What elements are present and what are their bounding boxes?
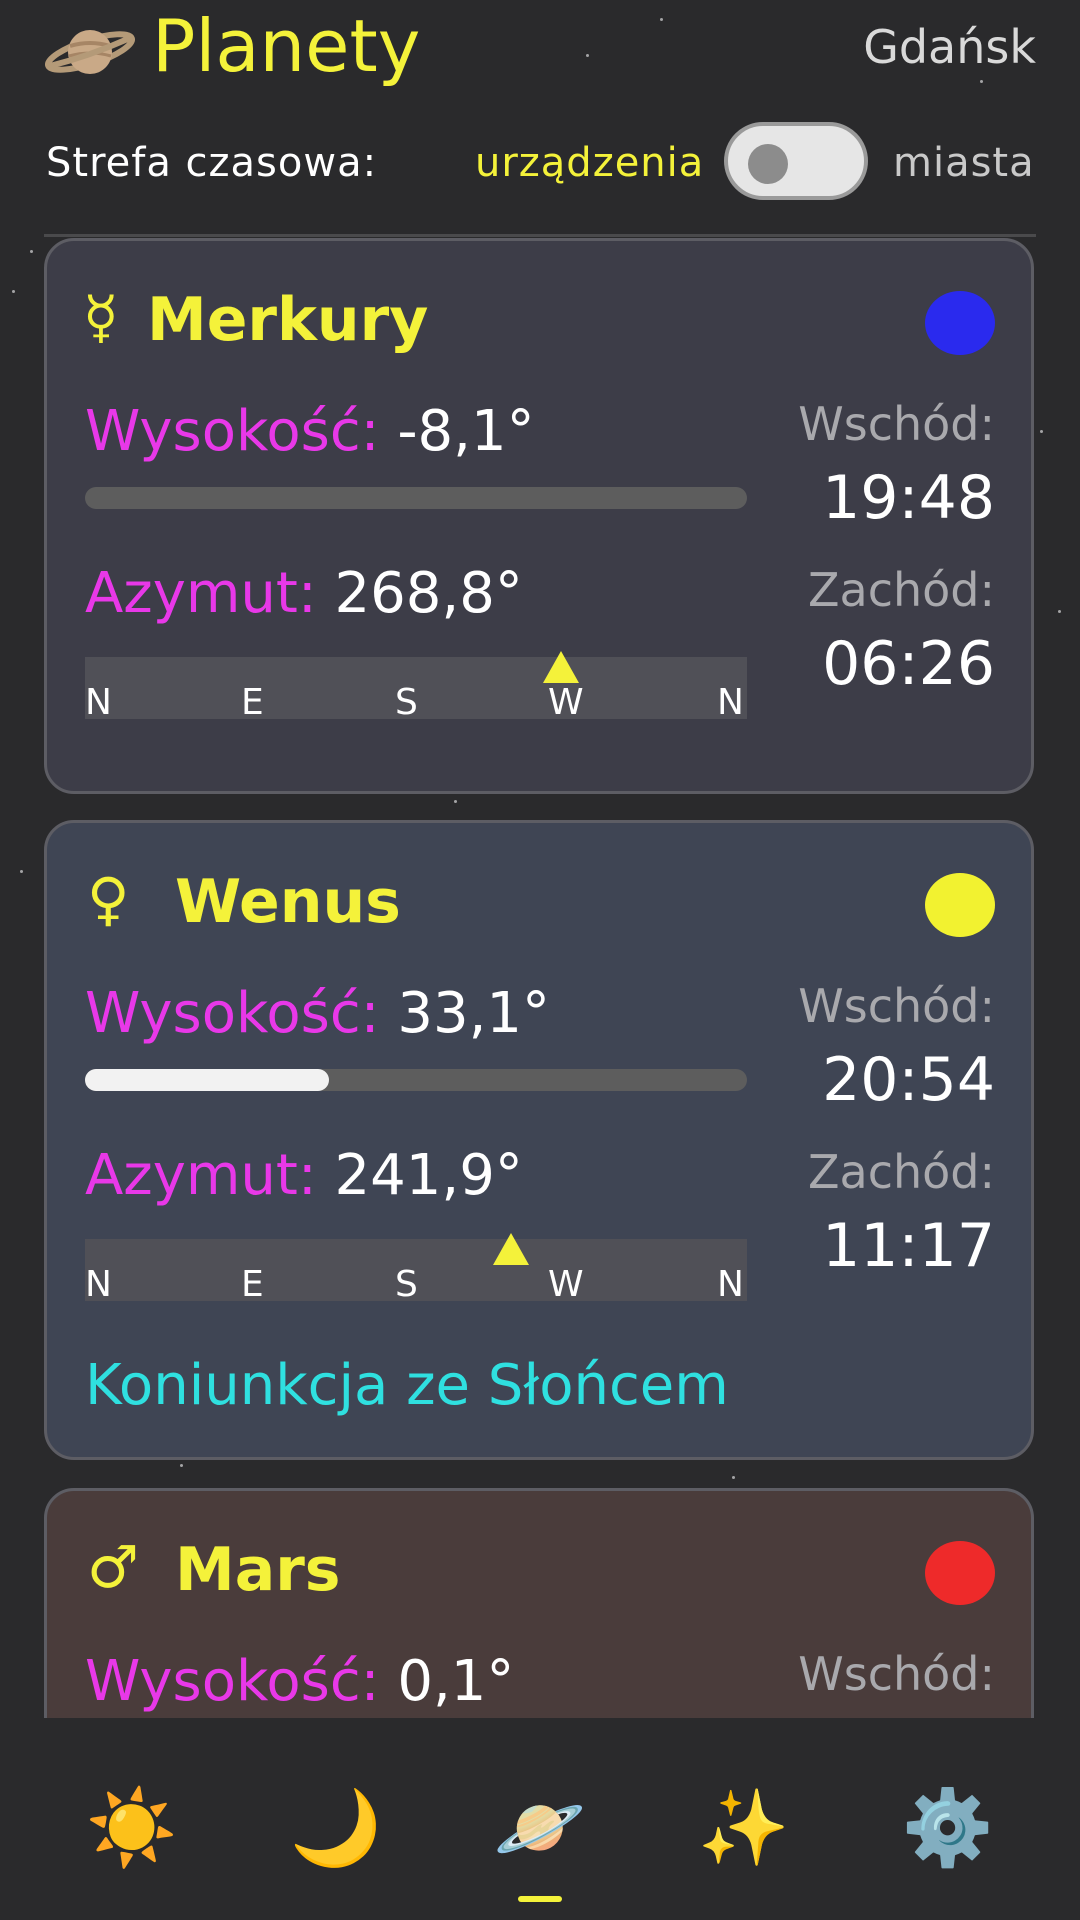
planet-color-dot [925, 291, 995, 355]
rise-label: Wschód: [798, 1647, 995, 1701]
rise-label: Wschód: [798, 979, 995, 1033]
compass-label-e: E [241, 682, 264, 723]
azimuth-compass: N E S W N [85, 1233, 747, 1305]
compass-label-w: W [548, 1264, 584, 1305]
mars-symbol-icon: ♂ [87, 1533, 139, 1601]
timezone-city-option[interactable]: miasta [893, 140, 1035, 186]
azimuth-label: Azymut: [85, 1143, 317, 1208]
planet-icon[interactable]: 🪐 [480, 1778, 600, 1878]
altitude-bar-fill [85, 1069, 329, 1091]
altitude-value: 0,1° [397, 1649, 515, 1714]
altitude-value: -8,1° [397, 399, 535, 464]
venus-symbol-icon: ♀ [87, 865, 130, 933]
azimuth-marker [493, 1233, 529, 1265]
azimuth-marker [543, 651, 579, 683]
set-time: 06:26 [822, 629, 995, 699]
planet-name: Merkury [147, 285, 429, 355]
header-divider [44, 234, 1036, 237]
city-name[interactable]: Gdańsk [863, 20, 1036, 74]
set-time: 11:17 [822, 1211, 995, 1281]
timezone-row: Strefa czasowa: urządzenia miasta [0, 116, 1080, 216]
planet-list[interactable]: ☿ Merkury Wysokość: -8,1° Azymut: 268,8°… [0, 238, 1080, 1718]
set-label: Zachód: [808, 1145, 995, 1199]
planet-card-mercury[interactable]: ☿ Merkury Wysokość: -8,1° Azymut: 268,8°… [44, 238, 1034, 794]
compass-label-n: N [85, 1264, 112, 1305]
gear-icon[interactable]: ⚙️ [888, 1778, 1008, 1878]
app-header: Planety Gdańsk [0, 0, 1080, 120]
active-tab-indicator [518, 1896, 562, 1902]
planet-card-mars[interactable]: ♂ Mars Wysokość: 0,1° Wschód: [44, 1488, 1034, 1718]
planet-card-venus[interactable]: ♀ Wenus Wysokość: 33,1° Azymut: 241,9° N… [44, 820, 1034, 1460]
compass-label-n: N [717, 1264, 744, 1305]
altitude-row: Wysokość: 0,1° [85, 1649, 514, 1714]
compass-label-s: S [395, 1264, 418, 1305]
mercury-symbol-icon: ☿ [83, 283, 119, 351]
compass-label-w: W [548, 682, 584, 723]
azimuth-compass: N E S W N [85, 651, 747, 723]
altitude-row: Wysokość: -8,1° [85, 399, 535, 464]
altitude-label: Wysokość: [85, 399, 380, 464]
timezone-toggle[interactable] [724, 122, 868, 200]
azimuth-value: 241,9° [334, 1143, 523, 1208]
saturn-logo-icon [44, 30, 136, 74]
altitude-row: Wysokość: 33,1° [85, 981, 550, 1046]
compass-label-n: N [85, 682, 112, 723]
planet-color-dot [925, 873, 995, 937]
set-label: Zachód: [808, 563, 995, 617]
compass-label-s: S [395, 682, 418, 723]
timezone-label: Strefa czasowa: [46, 140, 378, 186]
altitude-label: Wysokość: [85, 1649, 380, 1714]
planet-name: Wenus [175, 867, 401, 937]
azimuth-row: Azymut: 268,8° [85, 561, 523, 626]
azimuth-label: Azymut: [85, 561, 317, 626]
altitude-label: Wysokość: [85, 981, 380, 1046]
timezone-device-option[interactable]: urządzenia [475, 140, 704, 186]
rise-time: 20:54 [822, 1045, 995, 1115]
altitude-value: 33,1° [397, 981, 550, 1046]
sparkles-icon[interactable]: ✨ [684, 1778, 804, 1878]
planet-name: Mars [175, 1535, 341, 1605]
bottom-navigation: ☀️ 🌙 🪐 ✨ ⚙️ [0, 1718, 1080, 1920]
toggle-knob [748, 144, 788, 184]
rise-label: Wschód: [798, 397, 995, 451]
rise-time: 19:48 [822, 463, 995, 533]
conjunction-note: Koniunkcja ze Słońcem [85, 1353, 729, 1418]
azimuth-row: Azymut: 241,9° [85, 1143, 523, 1208]
moon-icon[interactable]: 🌙 [276, 1778, 396, 1878]
compass-label-n: N [717, 682, 744, 723]
altitude-bar [85, 487, 747, 509]
sun-icon[interactable]: ☀️ [72, 1778, 192, 1878]
page-title: Planety [152, 4, 421, 88]
altitude-bar [85, 1069, 747, 1091]
azimuth-value: 268,8° [334, 561, 523, 626]
planet-color-dot [925, 1541, 995, 1605]
compass-label-e: E [241, 1264, 264, 1305]
